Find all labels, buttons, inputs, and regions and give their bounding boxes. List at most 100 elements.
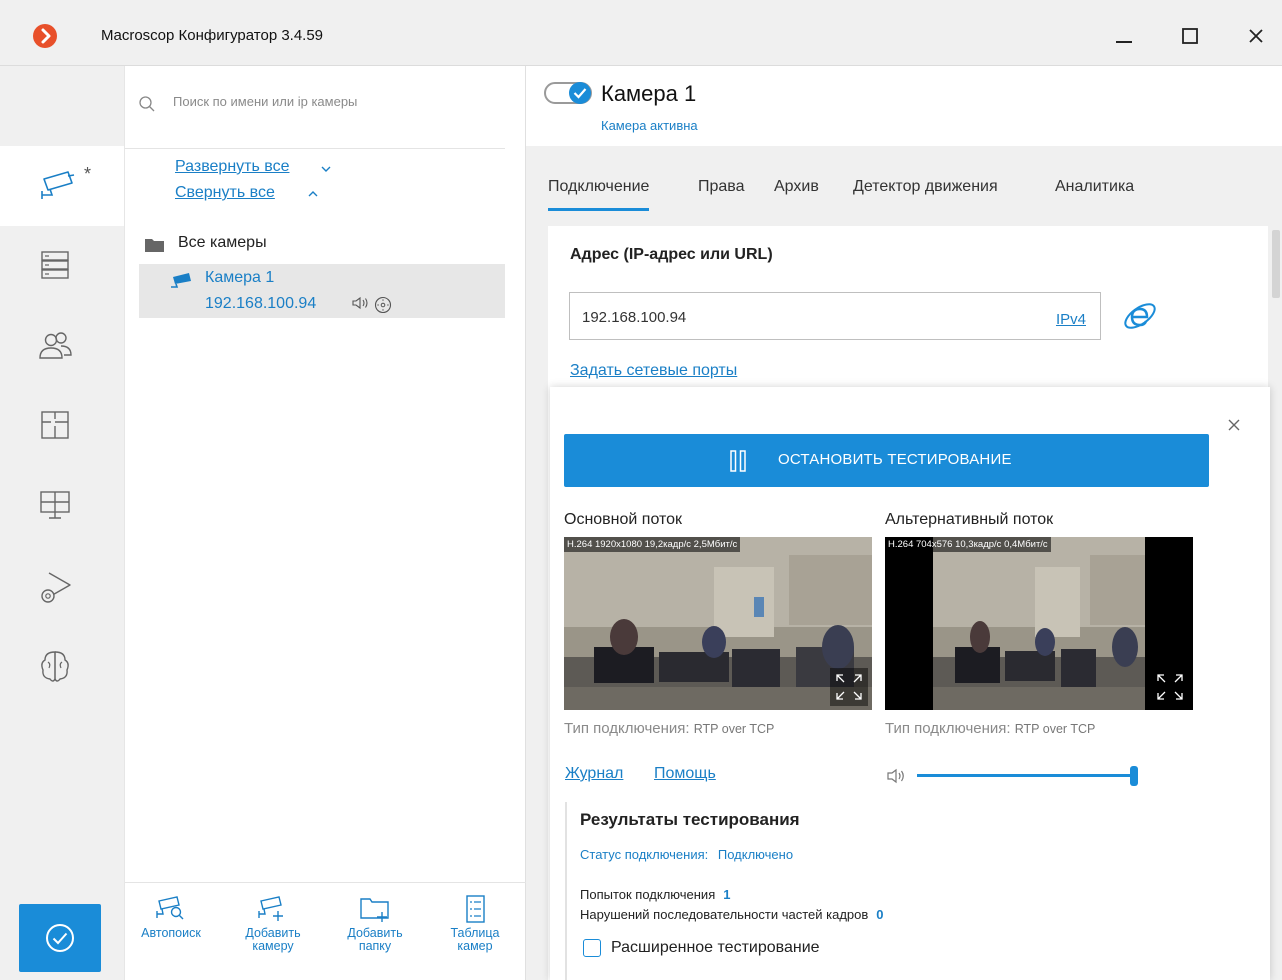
video-settings-icon [41,572,71,603]
volume-slider-track[interactable] [917,774,1130,777]
tree-camera-ip: 192.168.100.94 [205,295,317,312]
camera-search-icon [156,896,184,920]
nav-analytics[interactable] [0,626,124,706]
collapse-all-label: Свернуть все [175,184,275,201]
alt-stream-label: Альтернативный поток [885,511,1054,528]
network-ports-link[interactable]: Задать сетевые порты [570,362,737,380]
title-bar: Macroscop Конфигуратор 3.4.59 [0,0,1282,66]
tab-analytics[interactable]: Аналитика [1055,178,1134,196]
audio-icon [352,296,368,310]
add-folder-button[interactable]: Добавить папку [331,894,419,953]
tree-item-camera[interactable]: Камера 1 192.168.100.94 [139,264,505,318]
unsaved-marker: * [84,164,92,184]
nav-servers[interactable] [0,226,124,306]
divider [125,882,527,883]
address-input[interactable]: 192.168.100.94 IPv4 [569,292,1101,340]
main-stream-label: Основной поток [564,511,683,528]
close-icon [1249,29,1263,43]
checkmark-circle-icon [46,924,74,952]
tab-motion-detector[interactable]: Детектор движения [853,178,998,196]
fullscreen-icon [1157,674,1183,700]
nav-users[interactable] [0,306,124,386]
advanced-testing-checkbox[interactable] [583,939,601,957]
fullscreen-icon [836,674,862,700]
users-icon [39,332,72,359]
volume-icon [887,768,904,784]
chevron-down-icon [321,166,331,172]
ptz-icon [374,296,392,314]
autosearch-button[interactable]: Автопоиск [127,894,215,940]
server-icon [41,251,69,279]
connection-status: Статус подключения: Подключено [580,847,793,862]
stop-testing-button[interactable]: ОСТАНОВИТЬ ТЕСТИРОВАНИЕ [564,434,1209,487]
alt-stream-preview: H.264 704x576 10,3кадр/с 0,4Мбит/с [885,537,1193,710]
tree-folder-all-cameras[interactable]: Все камеры [178,234,267,252]
connection-type-label: Тип подключения: [564,720,690,737]
search-icon [139,96,155,112]
close-icon[interactable] [1226,417,1242,433]
close-button[interactable] [1238,18,1274,54]
add-folder-label-2: папку [358,939,392,953]
main-stream-preview: H.264 1920x1080 19,2кадр/с 2,5Мбит/с [564,537,872,710]
camera-table-button[interactable]: Таблица камер [431,894,519,953]
frame-sequence-violations: Нарушений последовательности частей кадр… [580,907,884,922]
divider [125,148,505,149]
open-in-browser-icon[interactable] [1120,296,1160,336]
chevron-up-icon [308,191,318,197]
add-camera-button[interactable]: Добавить камеру [229,894,317,953]
table-list-icon [466,895,485,923]
left-navigation: * [0,66,124,980]
journal-link[interactable]: Журнал [565,765,623,783]
minimize-icon [1116,41,1132,43]
camera-icon [171,273,191,288]
connection-attempts-label: Попыток подключения [580,887,716,902]
collapse-all-link[interactable]: Свернуть все [175,184,318,202]
frame-sequence-violations-label: Нарушений последовательности частей кадр… [580,907,869,922]
camera-table-label-2: камер [457,939,493,953]
camera-search-input[interactable] [173,94,493,109]
autosearch-label: Автопоиск [141,926,201,940]
maximize-icon [1182,28,1198,44]
tab-archive[interactable]: Архив [774,178,819,196]
minimize-button[interactable] [1106,18,1142,54]
connection-attempts: Попыток подключения 1 [580,887,730,902]
expand-all-label: Развернуть все [175,158,290,175]
tab-rights[interactable]: Права [698,178,745,196]
pause-icon [730,450,746,472]
nav-monitors[interactable] [0,466,124,546]
connection-type-value: RTP over TCP [693,722,775,736]
results-divider [565,802,567,980]
camera-enabled-toggle[interactable] [544,82,592,104]
advanced-testing-label[interactable]: Расширенное тестирование [611,939,820,957]
ip-version-link[interactable]: IPv4 [1056,311,1086,328]
connection-type-value: RTP over TCP [1014,722,1096,736]
alt-stream-video [885,537,1193,710]
toggle-knob [569,82,591,104]
address-label: Адрес (IP-адрес или URL) [570,246,773,263]
volume-slider-thumb[interactable] [1130,766,1138,786]
connection-attempts-value: 1 [723,887,731,902]
camera-header: Камера 1 Камера активна [526,66,1282,146]
add-folder-icon [360,898,389,922]
folder-icon [145,239,164,252]
fullscreen-button[interactable] [830,668,868,706]
nav-video-settings[interactable] [0,546,124,626]
fullscreen-button[interactable] [1151,668,1189,706]
floor-plan-icon [41,411,69,439]
camera-status: Камера активна [601,118,698,133]
add-camera-label-2: камеру [252,939,294,953]
check-icon [573,88,587,99]
maximize-button[interactable] [1172,18,1208,54]
expand-all-link[interactable]: Развернуть все [175,158,331,176]
tab-connection[interactable]: Подключение [548,178,650,211]
main-stream-info: H.264 1920x1080 19,2кадр/с 2,5Мбит/с [564,537,741,552]
help-link[interactable]: Помощь [654,765,716,783]
apply-button[interactable] [19,904,101,972]
nav-plans[interactable] [0,386,124,466]
stop-testing-label: ОСТАНОВИТЬ ТЕСТИРОВАНИЕ [778,451,1012,468]
tree-camera-name: Камера 1 [205,269,275,286]
nav-cameras[interactable]: * [0,146,124,226]
results-title: Результаты тестирования [580,810,800,829]
alt-stream-info: H.264 704x576 10,3кадр/с 0,4Мбит/с [885,537,1051,552]
scrollbar-thumb[interactable] [1272,230,1280,298]
